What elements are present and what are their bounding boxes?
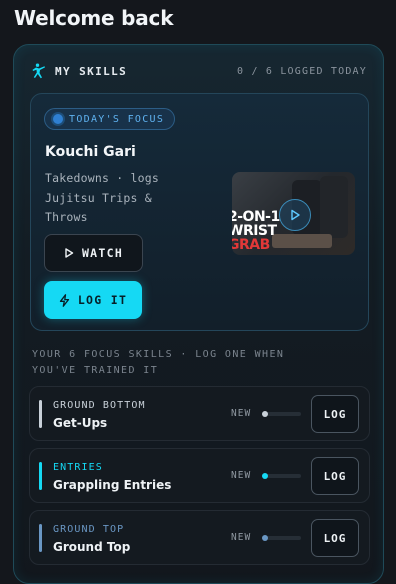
- watch-label: WATCH: [81, 246, 124, 260]
- skill-progress-track: [261, 411, 301, 417]
- focus-skill-description: Takedowns · logs Jujitsu Trips & Throws: [45, 171, 159, 224]
- skill-progress-dot: [261, 411, 268, 417]
- skill-name: Get-Ups: [53, 416, 108, 430]
- section-title: MY SKILLS: [55, 65, 128, 78]
- logged-count: 0 / 6 LOGGED TODAY: [237, 66, 367, 77]
- skill-progress-track: [261, 473, 301, 479]
- focus-skills-heading: YOUR 6 FOCUS SKILLS · LOG ONE WHEN YOU'V…: [32, 349, 285, 376]
- log-label: LOG: [323, 469, 347, 483]
- log-it-button[interactable]: LOG IT: [44, 281, 142, 319]
- focus-skill-name: Kouchi Gari: [45, 144, 136, 160]
- card-header: MY SKILLS 0 / 6 LOGGED TODAY: [31, 63, 367, 80]
- skill-category: ENTRIES: [53, 462, 103, 473]
- page-title: Welcome back: [14, 6, 174, 30]
- log-skill-button[interactable]: LOG: [311, 457, 359, 495]
- skill-status: NEW: [231, 470, 252, 481]
- skill-category: GROUND BOTTOM: [53, 400, 146, 411]
- log-skill-button[interactable]: LOG: [311, 519, 359, 557]
- skill-progress-track: [261, 535, 301, 541]
- my-skills-card: MY SKILLS 0 / 6 LOGGED TODAY TODAY'S FOC…: [13, 44, 384, 584]
- skill-row: GROUND TOP Ground Top NEW LOG: [29, 510, 370, 565]
- skill-progress-dot: [261, 535, 268, 541]
- watch-button[interactable]: WATCH: [44, 234, 143, 272]
- thumbnail-figure: [320, 176, 348, 238]
- log-it-label: LOG IT: [77, 293, 128, 307]
- todays-focus-card: TODAY'S FOCUS Kouchi Gari Takedowns · lo…: [30, 93, 369, 331]
- badge-label: TODAY'S FOCUS: [69, 113, 165, 125]
- play-video-button[interactable]: [279, 199, 311, 231]
- play-icon: [291, 209, 300, 221]
- skill-name: Grappling Entries: [53, 478, 172, 492]
- log-label: LOG: [323, 407, 347, 421]
- log-skill-button[interactable]: LOG: [311, 395, 359, 433]
- target-icon: [53, 114, 63, 124]
- technique-video-thumbnail[interactable]: 2-ON-1 WRIST GRAB: [232, 172, 355, 255]
- skill-status: NEW: [231, 408, 252, 419]
- play-icon: [65, 248, 74, 258]
- category-color-bar: [39, 462, 42, 490]
- skill-category: GROUND TOP: [53, 524, 125, 535]
- skill-progress-dot: [261, 473, 268, 479]
- thumbnail-caption-line: GRAB: [232, 237, 270, 253]
- category-color-bar: [39, 524, 42, 552]
- log-label: LOG: [323, 531, 347, 545]
- skill-row: GROUND BOTTOM Get-Ups NEW LOG: [29, 386, 370, 441]
- lightning-icon: [59, 293, 69, 307]
- category-color-bar: [39, 400, 42, 428]
- skill-row: ENTRIES Grappling Entries NEW LOG: [29, 448, 370, 503]
- martial-arts-kick-icon: [32, 63, 45, 79]
- skill-status: NEW: [231, 532, 252, 543]
- skill-name: Ground Top: [53, 540, 131, 554]
- todays-focus-badge: TODAY'S FOCUS: [44, 108, 176, 130]
